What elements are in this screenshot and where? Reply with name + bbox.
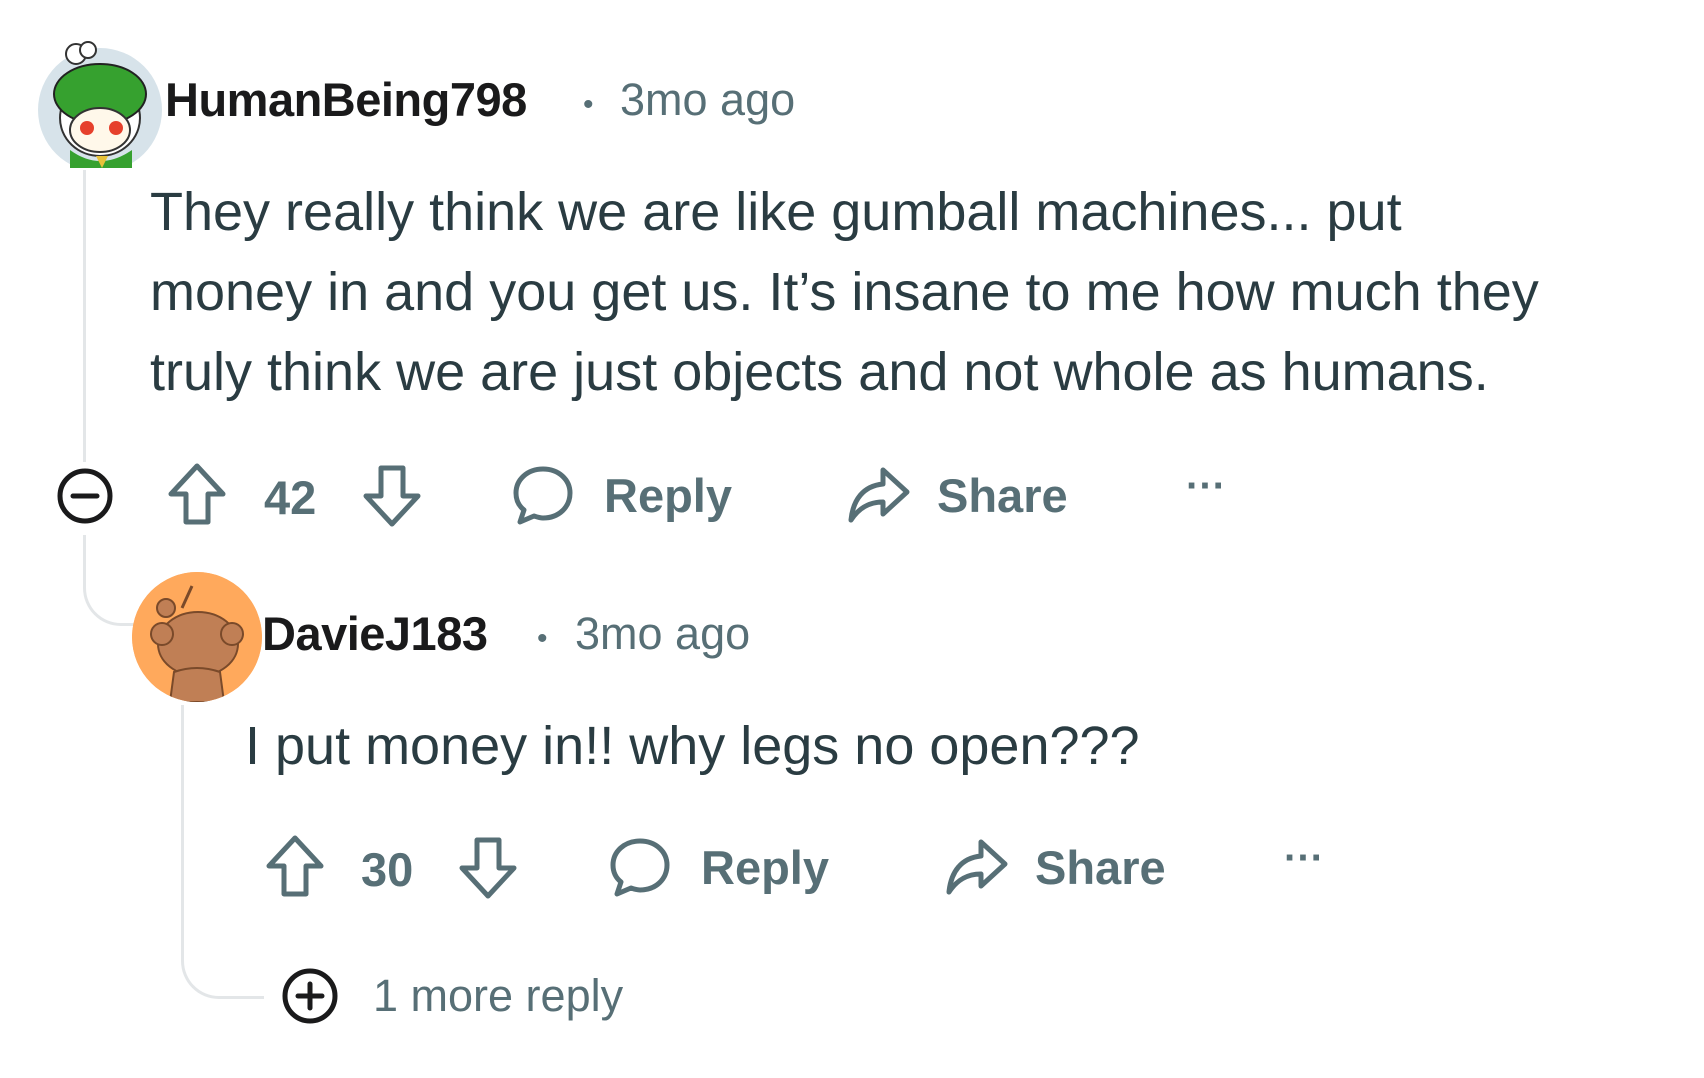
comment-1-body: They really think we are like gumball ma… — [150, 172, 1539, 412]
comment-1-body-line: truly think we are just objects and not … — [150, 342, 1489, 402]
comment-1-separator: • — [583, 88, 594, 121]
comment-2-body: I put money in!! why legs no open??? — [245, 706, 1140, 786]
collapse-icon[interactable] — [55, 466, 115, 526]
share-label: Share — [937, 468, 1068, 522]
comment-1-body-line: money in and you get us. It’s insane to … — [150, 262, 1539, 322]
comment-2-username[interactable]: DavieJ183 — [262, 606, 488, 661]
comment-1-timestamp[interactable]: 3mo ago — [620, 74, 795, 126]
reply-bubble-icon — [513, 466, 573, 525]
upvote-icon[interactable] — [263, 832, 327, 902]
thread-line-2 — [181, 705, 184, 945]
comment-2-vote-count: 30 — [361, 843, 414, 896]
avatar-humanbeing798[interactable] — [36, 40, 164, 172]
comment-2-timestamp[interactable]: 3mo ago — [575, 608, 750, 660]
downvote-icon[interactable] — [360, 460, 424, 530]
comment-1-username[interactable]: HumanBeing798 — [165, 72, 527, 127]
share-arrow-icon — [946, 839, 1008, 895]
snoo-avatar-icon — [132, 572, 262, 702]
comment-2-more-options[interactable]: ··· — [1284, 836, 1324, 881]
frog-avatar-icon — [38, 41, 162, 172]
reply-label: Reply — [604, 468, 732, 522]
comment-1-more-options[interactable]: ··· — [1186, 464, 1226, 509]
expand-icon[interactable] — [280, 966, 340, 1026]
comment-2-separator: • — [537, 622, 548, 655]
thread-line-1 — [83, 170, 86, 462]
comment-2-share-button[interactable]: Share — [943, 834, 1166, 900]
comment-2-body-line: I put money in!! why legs no open??? — [245, 716, 1140, 776]
comment-2-reply-button[interactable]: Reply — [607, 834, 829, 900]
comment-1-body-line: They really think we are like gumball ma… — [150, 182, 1402, 242]
downvote-icon[interactable] — [456, 832, 520, 902]
reply-bubble-icon — [610, 838, 670, 897]
share-arrow-icon — [848, 467, 910, 523]
comment-1-share-button[interactable]: Share — [845, 462, 1068, 528]
comment-1-vote-count: 42 — [264, 471, 317, 524]
thread-branch-2 — [181, 910, 264, 999]
more-replies-link[interactable]: 1 more reply — [373, 970, 623, 1022]
comment-1-reply-button[interactable]: Reply — [510, 462, 732, 528]
thread-branch-1 — [83, 535, 136, 626]
share-label: Share — [1035, 840, 1166, 894]
upvote-icon[interactable] — [165, 460, 229, 530]
reply-label: Reply — [701, 840, 829, 894]
avatar-daviej183[interactable] — [132, 572, 262, 702]
